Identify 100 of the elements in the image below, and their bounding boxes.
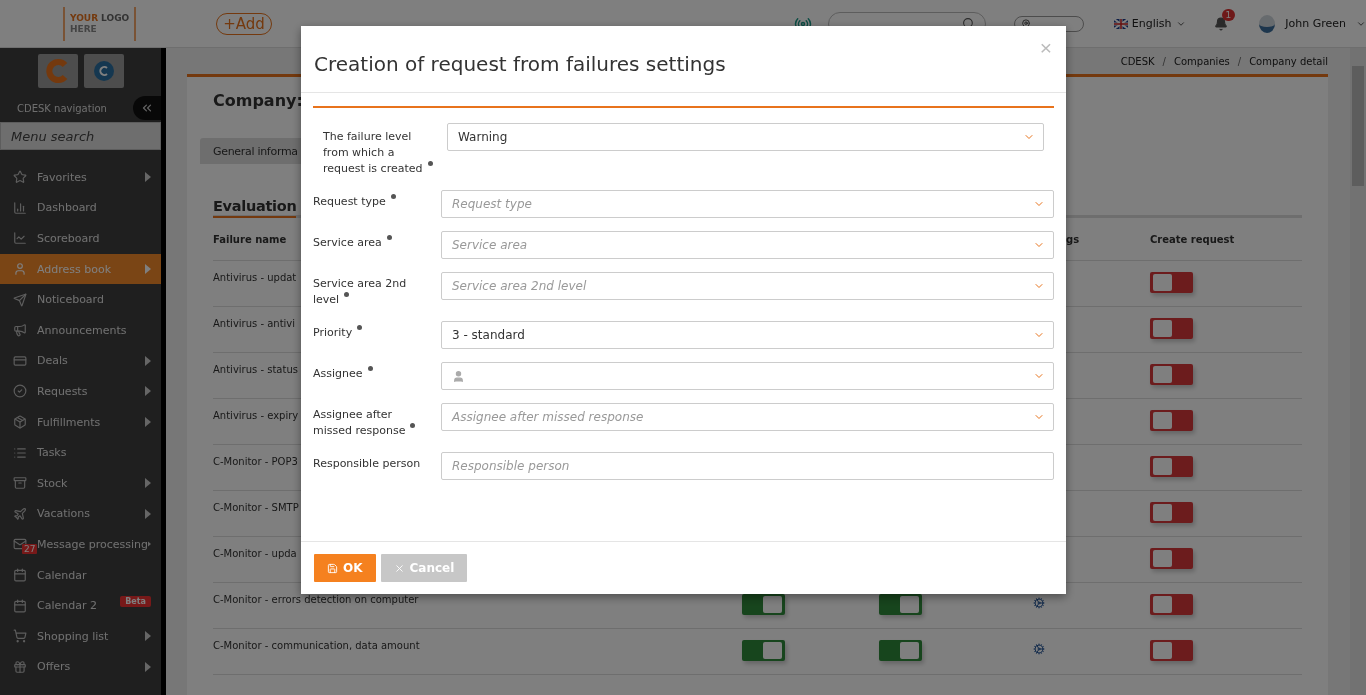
count-badge: 27 — [22, 544, 38, 555]
select-field[interactable]: Request type — [441, 190, 1054, 218]
toggle-switch[interactable] — [879, 594, 922, 615]
notification-badge: 1 — [1221, 8, 1236, 21]
field-label: Service area 2nd level — [313, 276, 408, 308]
menu-icon — [13, 568, 27, 582]
toggle-switch[interactable] — [742, 594, 785, 615]
sidebar-item[interactable]: Requests — [0, 376, 161, 407]
toggle-switch[interactable] — [742, 640, 785, 661]
table-cell: C-Monitor - POP3 — [213, 456, 298, 467]
field-label: Assignee — [313, 362, 425, 390]
select-field[interactable]: Service area 2nd level — [441, 272, 1054, 300]
toggle-switch[interactable] — [1150, 502, 1193, 523]
pin-icon — [1020, 18, 1031, 29]
sidebar-item[interactable]: Calendar — [0, 559, 161, 591]
sidebar-item[interactable]: Scoreboard — [0, 223, 161, 254]
menu-icon — [13, 445, 27, 460]
breadcrumb-link[interactable]: CDESK — [1120, 55, 1155, 67]
logo: YOUR LOGO HERE — [63, 6, 137, 41]
menu-icon — [13, 598, 27, 613]
menu-icon — [13, 659, 27, 674]
menu-search-field[interactable]: Menu search — [0, 122, 161, 150]
select-field[interactable] — [441, 362, 1054, 390]
menu-icon — [13, 353, 27, 368]
field-label: The failure level from which a request is created — [323, 123, 437, 177]
column-header: gs — [1066, 233, 1080, 245]
flag-icon — [1113, 18, 1128, 29]
menu-icon — [13, 200, 27, 215]
sidebar-item[interactable]: Tasks — [0, 437, 161, 468]
sidebar-item[interactable]: Deals — [0, 345, 161, 377]
field-label: Priority — [313, 321, 425, 349]
toggle-switch[interactable] — [1150, 318, 1193, 339]
collapse-button[interactable] — [133, 96, 161, 120]
breadcrumb-separator: / — [1237, 55, 1242, 67]
app-logo[interactable] — [37, 54, 78, 88]
table-cell: Antivirus - status — [213, 364, 298, 375]
table-cell: Antivirus - expiry — [213, 410, 299, 421]
ok-button[interactable]: OK — [314, 554, 376, 582]
sidebar-item[interactable]: Address book — [0, 253, 161, 285]
table-cell: C-Monitor - communication, data amount — [213, 640, 420, 651]
user-menu[interactable]: John Green — [1259, 14, 1366, 33]
section-title: Evaluation — [213, 198, 297, 218]
close-button[interactable]: × — [1039, 36, 1052, 60]
sidebar-item[interactable]: Dashboard — [0, 192, 161, 224]
toggle-switch[interactable] — [1150, 456, 1193, 477]
select-field[interactable]: 3 - standard — [441, 321, 1054, 349]
avatar-icon — [1259, 14, 1276, 33]
select-field[interactable]: Service area — [441, 231, 1054, 259]
toggle-switch[interactable] — [1150, 594, 1193, 615]
app-logo[interactable] — [83, 54, 124, 88]
menu-icon — [13, 476, 27, 491]
breadcrumb-link[interactable]: Companies — [1173, 55, 1230, 67]
field-label: Responsible person — [313, 456, 422, 472]
field-label: Service area — [313, 231, 425, 259]
scrollbar[interactable] — [1350, 48, 1366, 695]
toggle-switch[interactable] — [1150, 640, 1193, 661]
menu-icon — [13, 292, 27, 307]
input-field[interactable]: Responsible person — [441, 452, 1054, 480]
select-field[interactable]: Warning — [447, 123, 1044, 151]
menu-icon — [13, 170, 27, 185]
breadcrumb-link[interactable]: Company detail — [1249, 55, 1328, 67]
sidebar-item[interactable]: Noticeboard — [0, 284, 161, 315]
add-button[interactable]: +Add — [216, 12, 272, 35]
menu-icon — [13, 231, 27, 246]
toggle-switch[interactable] — [879, 640, 922, 661]
toggle-switch[interactable] — [1150, 548, 1193, 569]
toggle-switch[interactable] — [1150, 272, 1193, 293]
table-cell: C-Monitor - SMTP — [213, 502, 299, 513]
sidebar-item[interactable]: Favorites — [0, 162, 161, 193]
table-cell: Antivirus - antivi — [213, 318, 296, 329]
page-title: Company: — [213, 91, 304, 112]
table-cell: C-Monitor - errors detection on computer — [213, 594, 419, 605]
menu-icon — [13, 384, 27, 399]
language-menu[interactable]: English — [1113, 17, 1186, 30]
sidebar-item[interactable]: Offers — [0, 651, 161, 683]
toggle-switch[interactable] — [1150, 364, 1193, 385]
toggle-switch[interactable] — [1150, 410, 1193, 431]
sidebar-item[interactable]: Announcements — [0, 314, 161, 346]
menu-icon — [13, 629, 27, 644]
field-label: Assignee after missed response — [313, 403, 425, 439]
breadcrumb-separator: / — [1162, 55, 1166, 67]
sidebar-item[interactable]: Vacations — [0, 498, 161, 530]
user-icon — [452, 369, 465, 383]
menu-icon — [13, 262, 27, 277]
sidebar-item[interactable]: Fulfillments — [0, 406, 161, 438]
table-cell: C-Monitor - upda — [213, 548, 297, 559]
table-cell: Antivirus - updat — [213, 272, 297, 283]
settings-icon[interactable] — [1033, 643, 1045, 655]
menu-icon — [13, 415, 27, 430]
select-field[interactable]: Assignee after missed response — [441, 403, 1054, 431]
navigation-title: CDESK navigation — [17, 102, 107, 114]
sidebar-item[interactable]: Stock — [0, 467, 161, 499]
sidebar-item[interactable]: Calendar 2 Beta — [0, 590, 161, 621]
menu-icon — [13, 506, 27, 521]
close-icon — [393, 562, 405, 574]
double-chevron-icon — [140, 101, 154, 115]
settings-icon[interactable] — [1033, 597, 1045, 609]
bell-icon[interactable] — [1213, 16, 1228, 31]
field-label: Request type — [313, 190, 425, 218]
sidebar-item[interactable]: Shopping list — [0, 620, 161, 652]
